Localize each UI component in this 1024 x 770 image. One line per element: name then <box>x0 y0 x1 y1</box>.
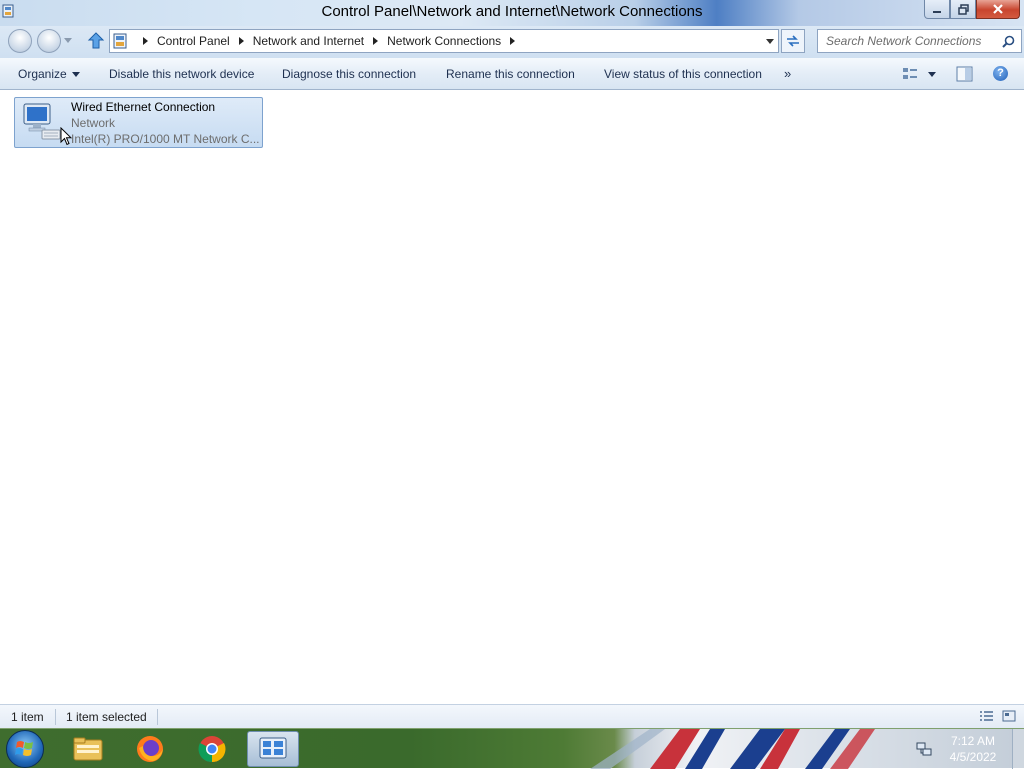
minimize-button[interactable] <box>924 0 950 19</box>
network-tray-icon[interactable] <box>916 741 932 757</box>
start-button[interactable] <box>6 730 44 768</box>
show-desktop-button[interactable] <box>1012 729 1024 769</box>
organize-label: Organize <box>18 67 67 81</box>
breadcrumb-chevron-icon[interactable] <box>143 37 148 45</box>
clock-time: 7:12 AM <box>950 734 996 748</box>
breadcrumb-chevron-icon[interactable] <box>373 37 379 45</box>
breadcrumb-network-connections[interactable]: Network Connections <box>387 34 501 48</box>
firefox-icon <box>137 736 163 762</box>
breadcrumb: Control Panel Network and Internet Netwo… <box>134 30 524 52</box>
close-button[interactable] <box>976 0 1020 19</box>
rename-button[interactable]: Rename this connection <box>446 58 575 89</box>
list-item[interactable]: Wired Ethernet Connection Network Intel(… <box>14 97 263 148</box>
breadcrumb-chevron-icon[interactable] <box>510 37 516 45</box>
back-button[interactable] <box>8 29 32 53</box>
restore-button[interactable] <box>950 0 976 19</box>
refresh-icon <box>787 35 799 47</box>
close-icon <box>993 4 1003 14</box>
change-view-icon[interactable] <box>902 66 918 82</box>
status-divider <box>157 709 158 725</box>
address-dropdown-icon[interactable] <box>766 39 774 44</box>
folder-icon <box>73 737 103 761</box>
item-count: 1 item <box>11 710 44 724</box>
disable-device-button[interactable]: Disable this network device <box>109 58 254 89</box>
taskbar: 7:12 AM 4/5/2022 <box>0 728 1024 769</box>
search-input[interactable] <box>824 33 998 49</box>
status-divider <box>55 709 56 725</box>
taskbar-control-panel[interactable] <box>247 731 299 767</box>
connection-status: Network <box>71 116 116 130</box>
control-panel-icon <box>113 33 127 49</box>
chevron-down-icon <box>71 72 80 78</box>
preview-pane-icon[interactable] <box>956 66 973 82</box>
diagnose-button[interactable]: Diagnose this connection <box>282 58 416 89</box>
system-clock[interactable]: 7:12 AM 4/5/2022 <box>940 733 1006 765</box>
view-status-button[interactable]: View status of this connection <box>604 58 762 89</box>
window-controls <box>924 0 1020 20</box>
status-bar: 1 item 1 item selected <box>0 704 1024 728</box>
breadcrumb-control-panel[interactable]: Control Panel <box>157 34 230 48</box>
breadcrumb-network-and-internet[interactable]: Network and Internet <box>253 34 364 48</box>
address-bar[interactable]: Control Panel Network and Internet Netwo… <box>109 29 779 53</box>
details-view-icon[interactable] <box>979 710 994 722</box>
restore-icon <box>957 3 969 15</box>
more-commands-button[interactable]: » <box>784 66 791 81</box>
view-options-chevron-icon[interactable] <box>928 72 936 77</box>
breadcrumb-chevron-icon[interactable] <box>238 37 244 45</box>
help-button[interactable]: ? <box>993 66 1008 81</box>
window-title: Control Panel\Network and Internet\Netwo… <box>321 3 703 20</box>
search-box <box>817 29 1022 53</box>
search-icon[interactable] <box>1002 35 1015 48</box>
taskbar-chrome[interactable] <box>186 731 238 767</box>
taskbar-firefox[interactable] <box>124 731 176 767</box>
forward-button[interactable] <box>37 29 61 53</box>
desktop-wallpaper-art <box>590 729 875 769</box>
windows-logo-icon <box>15 741 33 756</box>
recent-pages-chevron-icon[interactable] <box>64 38 72 43</box>
tiles-view-icon[interactable] <box>1002 710 1016 722</box>
command-bar: Organize Disable this network device Dia… <box>0 58 1024 90</box>
clock-date: 4/5/2022 <box>949 750 997 764</box>
title-bar: Control Panel\Network and Internet\Netwo… <box>0 0 1024 26</box>
connection-name: Wired Ethernet Connection <box>71 100 216 114</box>
selected-count: 1 item selected <box>66 710 147 724</box>
navigation-bar: Control Panel Network and Internet Netwo… <box>0 26 1024 58</box>
mouse-cursor-icon <box>60 127 72 146</box>
control-panel-icon <box>259 737 287 759</box>
file-list: Wired Ethernet Connection Network Intel(… <box>0 90 1024 704</box>
up-arrow-icon[interactable] <box>87 31 105 51</box>
connection-device: Intel(R) PRO/1000 MT Network C... <box>71 132 259 146</box>
chrome-icon <box>198 736 226 763</box>
minimize-icon <box>933 11 941 13</box>
network-adapter-icon <box>23 103 61 140</box>
organize-menu[interactable]: Organize <box>18 58 80 89</box>
refresh-button[interactable] <box>781 29 805 53</box>
taskbar-file-explorer[interactable] <box>62 731 114 767</box>
